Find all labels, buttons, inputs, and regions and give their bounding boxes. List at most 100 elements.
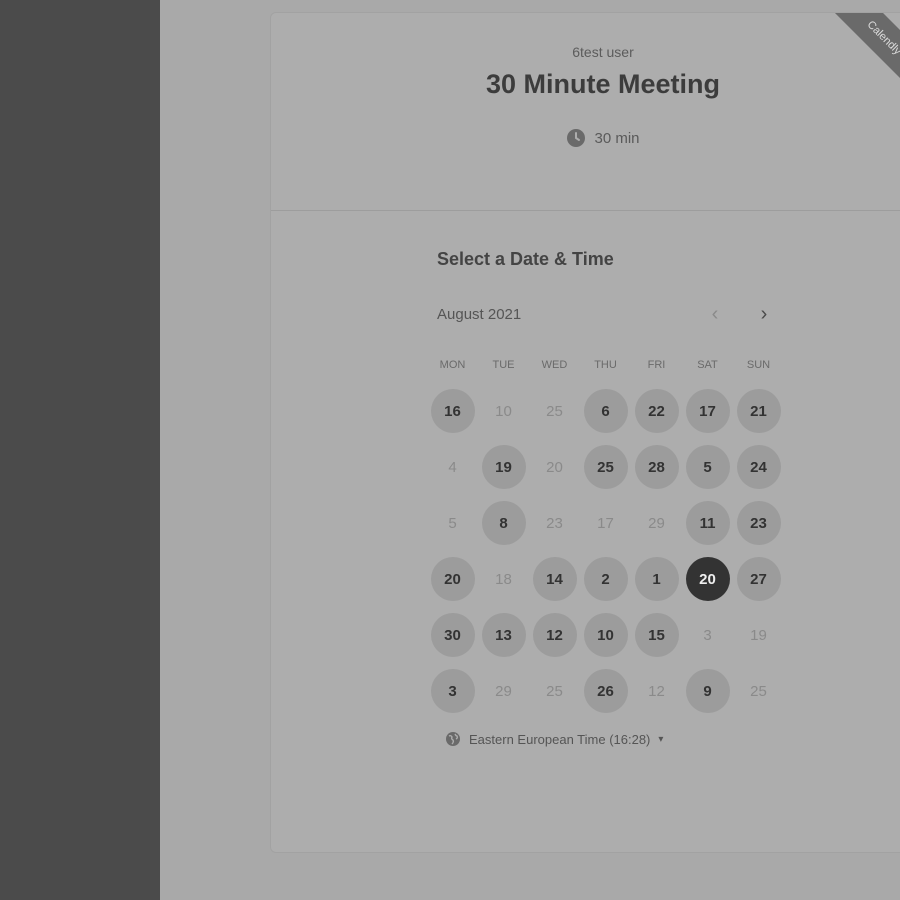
calendar-day-available[interactable]: 30	[427, 607, 478, 663]
calendar-day-available[interactable]: 25	[580, 439, 631, 495]
calendar-day-unavailable: 23	[529, 495, 580, 551]
calendar-day-available[interactable]: 15	[631, 607, 682, 663]
day-number: 9	[685, 669, 730, 713]
calendar-day-unavailable: 29	[478, 663, 529, 719]
day-number: 18	[495, 570, 512, 588]
calendar-grid: 16 10 25 6 22 17 21 4 19 20 25 28 5 24 5 8 23 17 29 11 23 20 1…	[427, 383, 784, 719]
calendar-day-available[interactable]: 8	[478, 495, 529, 551]
calendar-day-available[interactable]: 22	[631, 383, 682, 439]
current-month: August 2021	[437, 306, 522, 323]
day-number: 11	[685, 501, 730, 545]
weekday-label: SAT	[697, 359, 718, 371]
day-number: 3	[703, 626, 712, 644]
weekday-label: TUE	[492, 359, 515, 371]
day-number: 16	[430, 389, 475, 433]
weekday-label: THU	[594, 359, 617, 371]
calendar-day-available[interactable]: 21	[733, 383, 784, 439]
month-navigation: August 2021 ‹ ›	[437, 303, 777, 330]
calendar-day-available[interactable]: 10	[580, 607, 631, 663]
section-title: Select a Date & Time	[437, 249, 614, 269]
day-number: 24	[736, 445, 781, 489]
event-header: 6test user 30 Minute Meeting 30 min Cale…	[271, 13, 900, 211]
day-number: 19	[481, 445, 526, 489]
calendar-day-unavailable: 5	[427, 495, 478, 551]
day-number: 4	[448, 458, 457, 476]
calendar-day-unavailable: 3	[682, 607, 733, 663]
day-number: 20	[430, 557, 475, 601]
day-number: 25	[583, 445, 628, 489]
event-title: 30 Minute Meeting	[485, 69, 721, 99]
calendar-day-unavailable: 17	[580, 495, 631, 551]
calendar-day-available[interactable]: 17	[682, 383, 733, 439]
weekday-header: MON TUE WED THU FRI SAT SUN	[427, 359, 784, 371]
day-number: 15	[634, 613, 679, 657]
day-number: 12	[648, 682, 665, 700]
timezone-label: Eastern European Time (16:28)	[469, 731, 651, 747]
calendar-day-available[interactable]: 2	[580, 551, 631, 607]
day-number: 29	[648, 514, 665, 532]
day-number: 22	[634, 389, 679, 433]
day-number: 19	[750, 626, 767, 644]
calendar-day-unavailable: 18	[478, 551, 529, 607]
calendar-day-available[interactable]: 3	[427, 663, 478, 719]
calendar-day-available[interactable]: 16	[427, 383, 478, 439]
weekday-label: MON	[439, 359, 466, 371]
calendar-day-available[interactable]: 28	[631, 439, 682, 495]
chevron-down-icon: ▾	[658, 733, 664, 745]
day-number: 20	[685, 557, 730, 601]
clock-icon	[567, 129, 586, 147]
left-sidebar	[0, 0, 160, 900]
calendar-day-available[interactable]: 13	[478, 607, 529, 663]
calendar-day-available[interactable]: 27	[733, 551, 784, 607]
day-number: 26	[583, 669, 628, 713]
day-number: 2	[583, 557, 628, 601]
day-number: 5	[685, 445, 730, 489]
day-number: 20	[546, 458, 563, 476]
calendar-day-available[interactable]: 12	[529, 607, 580, 663]
day-number: 27	[736, 557, 781, 601]
booking-card: 6test user 30 Minute Meeting 30 min Cale…	[270, 12, 900, 853]
calendar-day-unavailable: 25	[529, 383, 580, 439]
day-number: 25	[546, 682, 563, 700]
day-number: 28	[634, 445, 679, 489]
day-number: 29	[495, 682, 512, 700]
timezone-selector[interactable]: Eastern European Time (16:28) ▾	[445, 731, 663, 747]
calendar-day-available[interactable]: 5	[682, 439, 733, 495]
event-owner: 6test user	[572, 44, 634, 60]
calendar-day-unavailable: 25	[733, 663, 784, 719]
day-number: 13	[481, 613, 526, 657]
day-number: 23	[736, 501, 781, 545]
duration-label: 30 min	[594, 129, 640, 147]
day-number: 17	[597, 514, 614, 532]
calendar-day-available[interactable]: 20	[427, 551, 478, 607]
day-number: 8	[481, 501, 526, 545]
calendar-day-unavailable: 10	[478, 383, 529, 439]
calendar-day-selected[interactable]: 20	[682, 551, 733, 607]
day-number: 12	[532, 613, 577, 657]
calendar-day-available[interactable]: 14	[529, 551, 580, 607]
calendar-day-unavailable: 12	[631, 663, 682, 719]
calendar-day-available[interactable]: 1	[631, 551, 682, 607]
day-number: 30	[430, 613, 475, 657]
calendar-day-available[interactable]: 19	[478, 439, 529, 495]
globe-icon	[446, 732, 460, 746]
day-number: 23	[546, 514, 563, 532]
calendar-day-available[interactable]: 11	[682, 495, 733, 551]
day-number: 10	[583, 613, 628, 657]
day-number: 10	[495, 402, 512, 420]
calendar-day-available[interactable]: 24	[733, 439, 784, 495]
day-number: 25	[546, 402, 563, 420]
day-number: 5	[448, 514, 457, 532]
day-number: 17	[685, 389, 730, 433]
weekday-label: FRI	[647, 359, 666, 371]
calendar-day-available[interactable]: 9	[682, 663, 733, 719]
prev-month-button[interactable]: ‹	[703, 303, 727, 329]
day-number: 14	[532, 557, 577, 601]
day-number: 3	[430, 669, 475, 713]
next-month-button[interactable]: ›	[752, 303, 776, 329]
calendar-day-unavailable: 4	[427, 439, 478, 495]
calendar-day-available[interactable]: 26	[580, 663, 631, 719]
calendar-day-available[interactable]: 6	[580, 383, 631, 439]
day-number: 21	[736, 389, 781, 433]
calendar-day-available[interactable]: 23	[733, 495, 784, 551]
